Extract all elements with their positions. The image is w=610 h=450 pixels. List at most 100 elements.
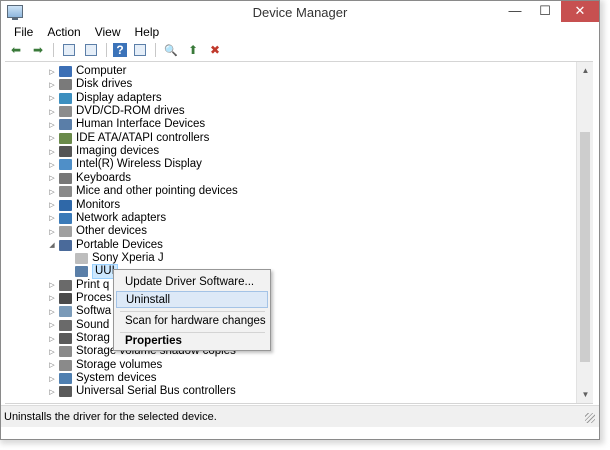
shadow-copy-icon (59, 346, 72, 358)
tree-item-label: Sound (76, 318, 110, 331)
printer-icon (59, 279, 72, 291)
uninstall-menu-item[interactable]: Uninstall (116, 291, 268, 308)
tree-item[interactable]: ▷ Imaging devices (47, 145, 159, 158)
expand-arrow-icon[interactable]: ▷ (47, 121, 57, 129)
expand-arrow-icon[interactable]: ▷ (47, 161, 57, 169)
expand-arrow-icon[interactable]: ▷ (47, 321, 57, 329)
tree-item[interactable]: ▷ Monitors (47, 199, 120, 212)
tree-item-label: Computer (76, 65, 127, 77)
tree-item[interactable]: ▷ Other devices (47, 225, 147, 238)
tree-item[interactable]: ▷ Human Interface Devices (47, 118, 205, 131)
tree-item[interactable]: ▷ Universal Serial Bus controllers (47, 385, 236, 398)
tree-item[interactable]: ▷ Storag (47, 332, 110, 345)
scroll-down-arrow-icon[interactable]: ▼ (577, 386, 594, 403)
tree-item[interactable]: ▷ System devices (47, 372, 157, 385)
expand-arrow-icon[interactable]: ▷ (47, 81, 57, 89)
title-bar: Device Manager — ☐ ✕ (1, 1, 599, 23)
expand-arrow-icon[interactable]: ▷ (47, 108, 57, 116)
resize-grip-icon[interactable] (585, 413, 595, 423)
tree-item[interactable]: ▷ Display adapters (47, 92, 162, 105)
minimize-button[interactable]: — (501, 1, 529, 22)
tree-item[interactable]: ▷ Intel(R) Wireless Display (47, 158, 202, 171)
menu-bar: File Action View Help (1, 23, 599, 41)
tree-item[interactable]: UUI (63, 264, 118, 280)
expand-arrow-icon[interactable]: ▷ (47, 388, 57, 396)
properties-icon[interactable] (60, 42, 78, 58)
back-icon[interactable]: ⬅ (7, 42, 25, 58)
forward-icon[interactable]: ➡ (29, 42, 47, 58)
tree-item[interactable]: ▷ Computer (47, 65, 127, 78)
scrollbar-thumb[interactable] (580, 132, 590, 362)
tree-item[interactable]: ▷ Keyboards (47, 172, 131, 185)
tree-item-label: Proces (76, 291, 112, 304)
tree-item-label: Portable Devices (76, 238, 163, 251)
tree-item-label: Monitors (76, 198, 121, 211)
tree-item-label: Storage volumes (76, 358, 163, 371)
tree-item[interactable]: ▷ Mice and other pointing devices (47, 185, 238, 198)
expand-arrow-icon[interactable]: ▷ (47, 188, 57, 196)
tree-item-label: Universal Serial Bus controllers (76, 385, 236, 398)
uninstall-icon[interactable]: ✖ (206, 42, 224, 58)
expand-arrow-icon[interactable]: ▷ (47, 68, 57, 76)
scan-for-hardware-changes-menu-item[interactable]: Scan for hardware changes (116, 313, 268, 330)
update-driver-software-menu-item[interactable]: Update Driver Software... (116, 274, 268, 291)
software-device-icon (59, 306, 72, 318)
scroll-up-arrow-icon[interactable]: ▲ (577, 62, 594, 79)
update-driver-icon[interactable]: ⬆ (184, 42, 202, 58)
toolbar-separator (155, 43, 156, 57)
maximize-button[interactable]: ☐ (531, 1, 559, 22)
tree-item-label: Softwa (76, 305, 112, 318)
tree-item[interactable]: ▷ Storage volumes (47, 359, 162, 372)
close-button[interactable]: ✕ (561, 1, 599, 22)
tree-item[interactable]: ▷ Proces (47, 292, 112, 305)
phone-icon (75, 252, 88, 264)
help-icon[interactable]: ? (113, 43, 127, 57)
tree-item[interactable]: ▷ Softwa (47, 305, 111, 318)
expand-arrow-icon[interactable]: ▷ (47, 214, 57, 222)
ide-controller-icon (59, 132, 72, 144)
action-pane-icon[interactable] (131, 42, 149, 58)
disk-drive-icon (59, 79, 72, 91)
keyboard-icon (59, 172, 72, 184)
expand-arrow-icon[interactable]: ▷ (47, 281, 57, 289)
scan-hardware-icon[interactable]: 🔍 (162, 42, 180, 58)
expand-arrow-icon[interactable]: ▷ (47, 201, 57, 209)
expand-arrow-icon[interactable]: ▷ (47, 375, 57, 383)
expand-arrow-icon[interactable]: ▷ (47, 228, 57, 236)
tree-item[interactable]: Sony Xperia J (63, 252, 164, 265)
expand-arrow-icon[interactable]: ▷ (47, 294, 57, 302)
tree-item[interactable]: ▷ IDE ATA/ATAPI controllers (47, 132, 209, 145)
portable-devices-icon (59, 239, 72, 251)
collapse-arrow-icon[interactable]: ◢ (47, 241, 57, 249)
expand-arrow-icon[interactable]: ▷ (47, 94, 57, 102)
tree-item[interactable]: ▷ Network adapters (47, 212, 166, 225)
expand-arrow-icon[interactable]: ▷ (47, 174, 57, 182)
menu-help[interactable]: Help (128, 23, 167, 41)
tree-item-label: Human Interface Devices (76, 118, 206, 131)
expand-arrow-icon[interactable]: ▷ (47, 335, 57, 343)
expand-arrow-icon[interactable]: ▷ (47, 361, 57, 369)
network-adapter-icon (59, 212, 72, 224)
context-menu: Update Driver Software... Uninstall Scan… (113, 269, 271, 351)
display-adapter-icon (59, 92, 72, 104)
processor-icon (59, 292, 72, 304)
other-devices-icon (59, 226, 72, 238)
expand-arrow-icon[interactable]: ▷ (47, 308, 57, 316)
properties-menu-item[interactable]: Properties (116, 333, 268, 350)
vertical-scrollbar[interactable]: ▲ ▼ (576, 62, 593, 403)
tree-item[interactable]: ▷ Sound (47, 319, 109, 332)
tree-item[interactable]: ◢ Portable Devices (47, 239, 163, 252)
tree-item[interactable]: ▷ Disk drives (47, 78, 132, 91)
tree-item-label: Network adapters (76, 211, 167, 224)
expand-arrow-icon[interactable]: ▷ (47, 348, 57, 356)
expand-arrow-icon[interactable]: ▷ (47, 134, 57, 142)
show-hide-console-tree-icon[interactable] (82, 42, 100, 58)
device-tree[interactable]: ▲ ▼ ▷ Computer ▷ Disk drives ▷ Display adapte… (5, 61, 593, 404)
menu-file[interactable]: File (7, 23, 40, 41)
tree-item[interactable]: ▷ DVD/CD-ROM drives (47, 105, 185, 118)
tree-item[interactable]: ▷ Print q (47, 279, 109, 292)
menu-view[interactable]: View (88, 23, 128, 41)
menu-action[interactable]: Action (40, 23, 87, 41)
toolbar: ⬅ ➡? 🔍 ⬆ ✖ (1, 41, 599, 59)
expand-arrow-icon[interactable]: ▷ (47, 148, 57, 156)
